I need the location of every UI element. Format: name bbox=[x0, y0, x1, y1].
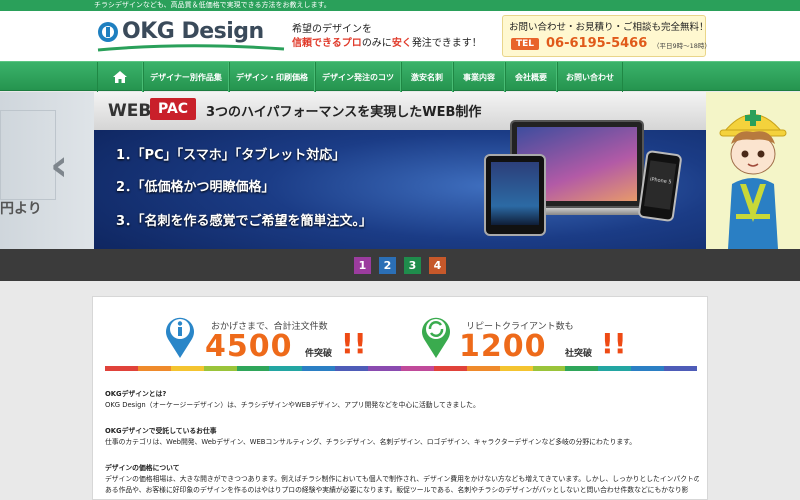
mascot-character-icon bbox=[719, 110, 787, 249]
current-slide[interactable]: WEB PAC 3つのハイパフォーマンスを実現したWEB制作 1．「PC」「スマ… bbox=[94, 92, 706, 249]
logo-mark-icon bbox=[98, 22, 118, 42]
slide-point-3: 3．「名刺を作る感覚でご希望を簡単注文。」 bbox=[116, 214, 373, 229]
logo-text: OKG Design bbox=[122, 19, 264, 44]
logo-swoosh-icon bbox=[97, 44, 285, 52]
rainbow-segment bbox=[433, 366, 467, 371]
smartphone-image: iPhone 5 bbox=[637, 149, 683, 223]
pricing-section: デザインの価格について デザインの価格相場は、大きな開きができつつあります。例え… bbox=[105, 463, 699, 496]
chevron-left-icon[interactable]: ‹ bbox=[50, 140, 68, 191]
mascot-panel bbox=[706, 92, 800, 249]
tablet-image bbox=[484, 154, 546, 236]
webpac-web-label: WEB bbox=[108, 101, 152, 121]
tel-number[interactable]: 06-6195-5466 bbox=[546, 36, 647, 51]
clients-exclaim: !! bbox=[601, 327, 627, 360]
nav-item-business[interactable]: 事業内容 bbox=[453, 62, 505, 92]
prev-slide-preview: ‹ 円より bbox=[0, 92, 94, 249]
section-text-about: OKG Design（オーケージーデザイン）は、チラシデザインやWEBデザイン、… bbox=[105, 401, 480, 409]
rainbow-segment bbox=[598, 366, 632, 371]
nav-item-cheap-cards[interactable]: 激安名刺 bbox=[401, 62, 453, 92]
services-section: OKGデザインで受託しているお仕事 仕事のカテゴリは、Web開発、Webデザイン… bbox=[105, 426, 699, 448]
smartphone-label: iPhone 5 bbox=[644, 160, 677, 210]
tagline-end-text: 発注できます！ bbox=[411, 38, 482, 49]
info-pin-icon bbox=[166, 317, 194, 358]
rainbow-segment bbox=[401, 366, 434, 371]
section-heading-services: OKGデザインで受託しているお仕事 bbox=[105, 427, 217, 435]
prev-slide-yen-text: 円より bbox=[0, 201, 42, 217]
section-heading-about: OKGデザインとは? bbox=[105, 390, 167, 398]
tagline-cheap-text: 安く bbox=[391, 38, 412, 49]
pager-dot-2[interactable]: 2 bbox=[379, 257, 396, 274]
repeat-pin-icon bbox=[422, 317, 450, 358]
slider-pager: 1 2 3 4 bbox=[0, 249, 800, 281]
nav-item-designer-works[interactable]: デザイナー別作品集 bbox=[143, 62, 229, 92]
contact-title: お問い合わせ・お見積り・ご相談も完全無料！ bbox=[509, 22, 709, 33]
site-logo[interactable]: OKG Design bbox=[96, 19, 286, 54]
clients-value: 1200 bbox=[459, 329, 547, 364]
section-text-pricing-2: ある作品や、お客様に好印象のデザインを作るのはやはりプロの経験や実績が必要になり… bbox=[105, 486, 689, 494]
contact-box[interactable]: お問い合わせ・お見積り・ご相談も完全無料！ TEL 06-6195-5466 （… bbox=[502, 15, 711, 57]
rainbow-segment bbox=[269, 366, 303, 371]
rainbow-segment bbox=[368, 366, 402, 371]
rainbow-segment bbox=[203, 366, 237, 371]
site-header: OKG Design 希望のデザインを 信頼できるプロのみに安く発注できます！ … bbox=[0, 11, 800, 61]
rainbow-segment bbox=[532, 366, 566, 371]
nav-item-design-price[interactable]: デザイン・印刷価格 bbox=[229, 62, 315, 92]
tel-badge: TEL bbox=[511, 38, 540, 50]
main-content: おかげさまで、合計注文件数 4500 件突破 !! リピートクライアント数も 1… bbox=[92, 296, 708, 500]
section-heading-pricing: デザインの価格について bbox=[105, 464, 180, 472]
section-text-pricing-1: デザインの価格相場は、大きな開きができつつあります。例えばチラシ制作においても個… bbox=[105, 475, 699, 483]
tagline-line-2: 信頼できるプロのみに安く発注できます！ bbox=[292, 37, 482, 51]
header-tagline: 希望のデザインを 信頼できるプロのみに安く発注できます！ bbox=[292, 23, 482, 51]
rainbow-segment bbox=[499, 366, 533, 371]
rainbow-segment bbox=[137, 366, 171, 371]
rainbow-segment bbox=[335, 366, 369, 371]
hero-slider: ‹ 円より WEB PAC 3つのハイパフォーマンスを実現したWEB制作 1．「… bbox=[0, 92, 800, 249]
rainbow-segment bbox=[105, 366, 138, 371]
rainbow-divider bbox=[105, 366, 698, 371]
nav-item-company[interactable]: 会社概要 bbox=[505, 62, 557, 92]
top-announcement-bar: チラシデザインなども、高品質＆低価格で実現できる方法をお教えします。 bbox=[0, 0, 800, 11]
orders-value: 4500 bbox=[205, 329, 293, 364]
intro-section: OKGデザインとは? OKG Design（オーケージーデザイン）は、チラシデザ… bbox=[105, 389, 699, 411]
tagline-mid-text: のみに bbox=[361, 38, 392, 49]
tagline-line-1: 希望のデザインを bbox=[292, 24, 372, 35]
rainbow-segment bbox=[302, 366, 336, 371]
home-icon bbox=[113, 71, 127, 83]
nav-item-contact[interactable]: お問い合わせ bbox=[557, 62, 623, 92]
nav-item-home[interactable] bbox=[97, 62, 143, 92]
rainbow-segment bbox=[236, 366, 270, 371]
rainbow-segment bbox=[631, 366, 665, 371]
top-announcement-text: チラシデザインなども、高品質＆低価格で実現できる方法をお教えします。 bbox=[94, 1, 331, 9]
webpac-pac-badge: PAC bbox=[150, 98, 197, 120]
slide-point-2: 2．「低価格かつ明瞭価格」 bbox=[116, 180, 275, 195]
clients-suffix: 社突破 bbox=[565, 349, 593, 359]
pager-dot-3[interactable]: 3 bbox=[404, 257, 421, 274]
slide-point-1: 1．「PC」「スマホ」「タブレット対応」 bbox=[116, 148, 346, 163]
nav-item-design-tips[interactable]: デザイン発注のコツ bbox=[315, 62, 401, 92]
prev-slide-grid bbox=[0, 110, 56, 200]
orders-exclaim: !! bbox=[341, 327, 367, 360]
orders-suffix: 件突破 bbox=[305, 349, 333, 359]
section-text-services: 仕事のカテゴリは、Web開発、Webデザイン、WEBコンサルティング、チラシデザ… bbox=[105, 438, 637, 446]
rainbow-segment bbox=[466, 366, 500, 371]
rainbow-segment bbox=[170, 366, 204, 371]
tagline-red-text: 信頼できるプロ bbox=[292, 38, 362, 49]
rainbow-segment bbox=[664, 366, 698, 371]
rainbow-segment bbox=[565, 366, 599, 371]
main-nav: デザイナー別作品集 デザイン・印刷価格 デザイン発注のコツ 激安名刺 事業内容 … bbox=[0, 61, 800, 92]
pager-dot-1[interactable]: 1 bbox=[354, 257, 371, 274]
slide-headline: 3つのハイパフォーマンスを実現したWEB制作 bbox=[206, 105, 482, 120]
tel-hours: （平日9時～18時） bbox=[653, 42, 711, 50]
pager-dot-4[interactable]: 4 bbox=[429, 257, 446, 274]
